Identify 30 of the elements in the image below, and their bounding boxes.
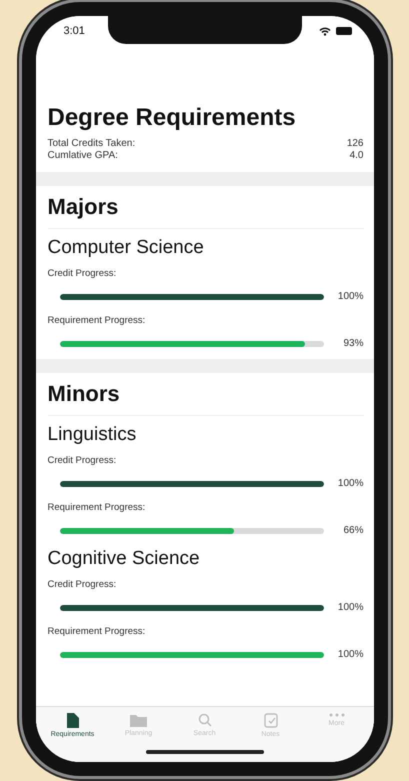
stat-label: Total Credits Taken: [48,138,136,150]
stat-label: Cumlative GPA: [48,150,118,162]
stat-value: 4.0 [350,150,364,162]
document-icon [66,713,78,728]
progress-label: Requirement Progress: [48,502,146,513]
more-icon [328,713,344,717]
progress-label: Requirement Progress: [48,626,146,637]
program-name: Linguistics [48,424,138,446]
progress-percent: 100% [336,602,364,613]
stat-value: 126 [346,138,364,150]
search-icon [198,713,212,727]
page-title: Degree Requirements [48,104,297,132]
progress-percent: 93% [342,338,364,349]
program-name: Cognitive Science [48,548,201,570]
progress-percent: 100% [336,649,364,660]
battery-icon [336,27,352,35]
progress-label: Credit Progress: [48,455,118,466]
progress-label: Credit Progress: [48,268,118,279]
progress-label: Credit Progress: [48,579,118,590]
section-title: Minors [48,381,364,416]
progress-percent: 100% [336,291,364,302]
folder-icon [130,713,147,727]
wifi-icon [318,26,330,36]
progress-percent: 100% [336,478,364,489]
program-name: Computer Science [48,237,205,259]
progress-label: Requirement Progress: [48,315,146,326]
section-title: Majors [48,194,364,229]
note-icon [264,713,278,728]
status-time: 3:01 [64,25,85,37]
progress-percent: 66% [342,525,364,536]
